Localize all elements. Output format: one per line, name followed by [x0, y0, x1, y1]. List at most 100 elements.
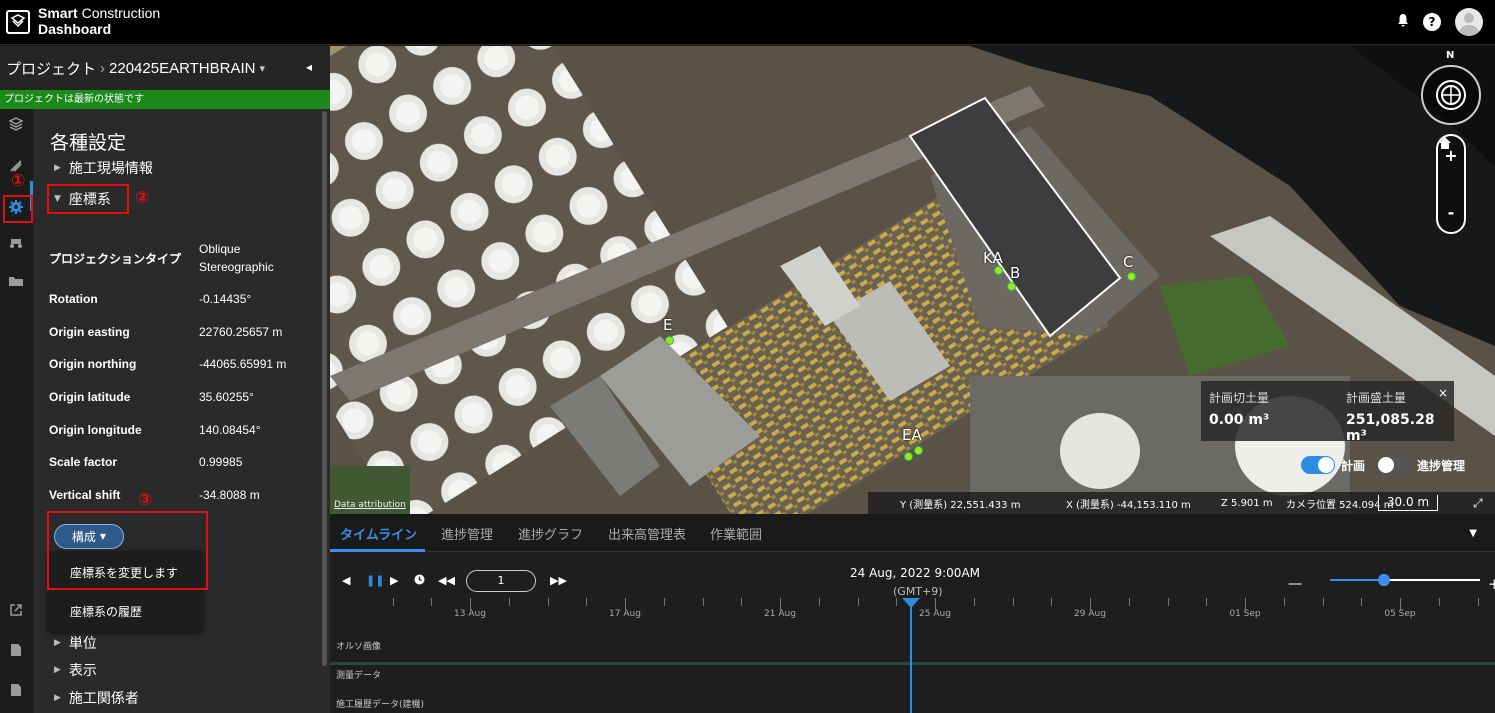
timeline-cursor[interactable]	[910, 598, 912, 713]
cut-volume-label: 計画切土量	[1209, 391, 1270, 405]
folder-icon[interactable]	[4, 275, 28, 295]
ruler-tick	[818, 598, 820, 606]
ruler-tick	[663, 598, 665, 606]
slider-fill	[1330, 579, 1384, 581]
bell-icon[interactable]	[1397, 13, 1409, 31]
collapsed-triangle-icon: ▶	[54, 638, 61, 648]
map-point-marker[interactable]	[665, 336, 674, 345]
scale-bar: 30.0 m	[1378, 495, 1438, 511]
close-icon[interactable]: ×	[1438, 386, 1448, 400]
collapsed-triangle-icon: ▶	[54, 693, 61, 703]
menu-item-coordinate-history[interactable]: 座標系の履歴	[48, 592, 203, 630]
progress-toggle[interactable]	[1377, 456, 1412, 474]
plan-toggle[interactable]	[1301, 456, 1335, 474]
prop-label: Origin latitude	[49, 390, 131, 404]
slider-knob[interactable]	[1378, 574, 1390, 586]
map-view[interactable]: KA B C E EA N + - 計画切土量 0.00 m³ 計画盛土量 25…	[330, 46, 1495, 514]
zoom-out-button[interactable]: —	[1288, 576, 1302, 592]
track-survey-data[interactable]: 測量データ	[336, 668, 381, 681]
panel-scrollbar[interactable]	[322, 111, 327, 666]
playback-speed-input[interactable]: 1	[466, 570, 536, 592]
map-point-label-c: C	[1123, 253, 1134, 271]
user-avatar[interactable]	[1455, 8, 1483, 36]
pause-icon[interactable]: ❚❚	[366, 574, 384, 587]
brand-name[interactable]: Smart Construction Dashboard	[38, 5, 160, 37]
report-icon[interactable]	[4, 683, 28, 703]
ruler-tick	[702, 598, 704, 606]
breadcrumb-project-name[interactable]: 220425EARTHBRAIN	[109, 60, 255, 77]
collapse-panel-icon[interactable]: ◂	[306, 60, 312, 74]
map-point-marker[interactable]	[994, 266, 1003, 275]
clock-icon[interactable]	[414, 574, 425, 588]
tree-display[interactable]: ▶ 表示	[54, 660, 97, 680]
track-machine-history[interactable]: 施工履歴データ(建機)	[336, 697, 424, 710]
tab-timeline[interactable]: タイムライン	[340, 524, 417, 543]
map-point-marker[interactable]	[914, 446, 923, 455]
tree-site-info[interactable]: ▶ 施工現場情報	[54, 158, 153, 178]
tab-progress[interactable]: 進捗管理	[441, 524, 493, 543]
ruler-date-label: 21 Aug	[764, 609, 796, 619]
track-ortho-image[interactable]: オルソ画像	[336, 639, 381, 652]
prop-value: 140.08454°	[199, 423, 261, 437]
prop-value: -34.8088 m	[199, 488, 260, 502]
ruler-tick	[973, 598, 975, 606]
ruler-tick	[1438, 598, 1440, 606]
map-point-marker[interactable]	[904, 452, 913, 461]
help-icon[interactable]: ?	[1423, 13, 1441, 31]
ruler-tick	[896, 598, 898, 606]
collapse-panel-icon[interactable]: ▼	[1469, 528, 1477, 539]
fullscreen-icon[interactable]: ⤢	[1473, 496, 1483, 511]
current-datetime: 24 Aug, 2022 9:00AM	[850, 566, 981, 580]
data-attribution-link[interactable]: Data attribution	[334, 500, 406, 510]
ruler-date-label: 01 Sep	[1229, 609, 1261, 619]
ruler-tick	[857, 598, 859, 606]
ruler-date-label: 13 Aug	[454, 609, 486, 619]
project-dropdown-icon[interactable]: ▾	[259, 62, 265, 75]
ruler-tick	[1477, 598, 1479, 606]
machine-icon[interactable]	[4, 237, 28, 257]
ruler-tick	[508, 598, 510, 606]
ruler-date-label: 25 Aug	[919, 609, 951, 619]
external-link-icon[interactable]	[4, 603, 28, 623]
project-status-banner: プロジェクトは最新の状態です	[0, 90, 330, 109]
prop-label: Origin easting	[49, 325, 130, 339]
fast-forward-icon[interactable]: ▶▶	[550, 574, 567, 587]
timeline-cursor-head[interactable]	[902, 598, 920, 608]
tree-units[interactable]: ▶ 単位	[54, 633, 97, 653]
collapsed-triangle-icon: ▶	[54, 163, 61, 173]
tree-units-label: 単位	[68, 636, 97, 652]
ruler-date-label: 29 Aug	[1074, 609, 1106, 619]
progress-toggle-label: 進捗管理	[1417, 458, 1466, 473]
annotation-number-3: ③	[138, 490, 153, 510]
timeline-zoom-slider[interactable]: — +	[1288, 574, 1495, 596]
layers-icon[interactable]	[4, 117, 28, 137]
document-icon[interactable]	[4, 643, 28, 663]
zoom-out-button[interactable]: -	[1448, 203, 1455, 222]
map-point-marker[interactable]	[1127, 272, 1136, 281]
coord-z: Z 5.901 m	[1221, 497, 1273, 509]
prop-label: Rotation	[49, 292, 98, 306]
tab-work-area[interactable]: 作業範囲	[710, 524, 762, 543]
ruler-tick	[741, 598, 743, 606]
zoom-control: + -	[1436, 134, 1466, 234]
playback-controls: ◀ ❚❚ ▶ ◀◀ 1 ▶▶ 24 Aug, 2022 9:00AM (GMT+…	[330, 556, 1495, 600]
play-icon[interactable]: ▶	[390, 574, 398, 587]
zoom-in-button[interactable]: +	[1488, 575, 1495, 593]
tab-output-table[interactable]: 出来高管理表	[608, 524, 686, 543]
breadcrumb-project-root[interactable]: プロジェクト	[6, 58, 96, 79]
step-back-icon[interactable]: ◀	[342, 574, 350, 587]
timezone-label: (GMT+9)	[893, 585, 943, 598]
prop-label: Scale factor	[49, 455, 118, 469]
collapsed-triangle-icon: ▶	[54, 665, 61, 675]
top-right-actions: ?	[1397, 8, 1483, 36]
tab-progress-graph[interactable]: 進捗グラフ	[518, 524, 583, 543]
coord-x: X (測量系) -44,153.110 m	[1066, 499, 1191, 511]
app-root: Smart Construction Dashboard ? プロジェクト › …	[0, 0, 1495, 713]
tree-stakeholders[interactable]: ▶ 施工関係者	[54, 688, 139, 708]
rewind-icon[interactable]: ◀◀	[438, 574, 455, 587]
map-point-marker[interactable]	[1007, 282, 1016, 291]
brand-logo-icon[interactable]	[6, 10, 30, 34]
brand-rest: Construction	[77, 5, 161, 21]
compass-control[interactable]: N	[1418, 50, 1484, 126]
prop-value: 35.60255°	[199, 390, 254, 404]
